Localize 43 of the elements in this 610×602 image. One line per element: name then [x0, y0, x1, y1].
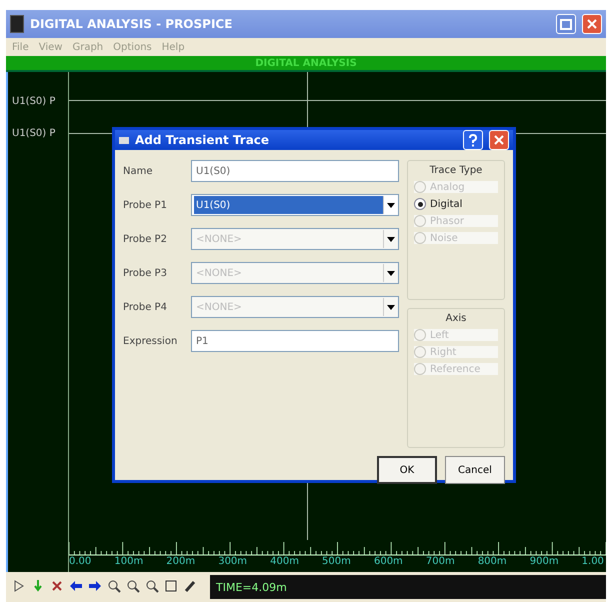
trace-label[interactable]: U1(S0) P: [8, 128, 68, 142]
radio-label: Reference: [430, 364, 480, 374]
menu-item[interactable]: Graph: [72, 42, 104, 52]
radio-label: Noise: [430, 232, 458, 244]
time-readout: TIME=4.09m: [210, 575, 606, 599]
axis-label: 300m: [218, 556, 248, 569]
radio-label: Left: [430, 330, 449, 340]
axis-label: 500m: [322, 556, 351, 569]
dialog-button[interactable]: Cancel: [445, 456, 505, 484]
graph-title: DIGITAL ANALYSIS: [255, 58, 357, 68]
trace-label[interactable]: U1(S0) P: [8, 96, 68, 110]
text-field[interactable]: P1: [191, 330, 399, 352]
axis-label: 1.00: [582, 556, 604, 569]
radio-option[interactable]: Digital: [414, 198, 498, 210]
field-label: Name: [123, 166, 154, 176]
radio-label: Digital: [430, 198, 462, 210]
field-label: Probe P2: [123, 234, 168, 244]
menu-item[interactable]: Help: [162, 42, 185, 52]
probe-dropdown[interactable]: U1(S0): [191, 194, 399, 216]
axis-label: 700m: [426, 556, 455, 569]
group-title: Axis: [444, 313, 468, 324]
field-label: Probe P1: [123, 200, 168, 210]
axis-label: 100m: [114, 556, 144, 569]
axis-label: 200m: [166, 556, 196, 569]
axis-label: 0.00: [69, 556, 92, 569]
axis-label: 600m: [374, 556, 403, 569]
radio-label: Phasor: [430, 216, 464, 226]
field-label: Expression: [123, 336, 178, 346]
window-title: DIGITAL ANALYSIS - PROSPICE: [30, 17, 232, 31]
axis-label: 800m: [478, 556, 507, 569]
axis-label: 400m: [270, 556, 299, 569]
field-label: Probe P3: [123, 268, 168, 278]
menu-item[interactable]: View: [38, 42, 62, 52]
menu-item[interactable]: Options: [113, 42, 152, 52]
dialog-title: Add Transient Trace: [135, 133, 270, 147]
field-label: Probe P4: [123, 302, 168, 312]
menu-item[interactable]: File: [12, 42, 29, 52]
axis-label: 900m: [530, 556, 559, 569]
group-title: Trace Type: [428, 165, 484, 176]
radio-label: Right: [430, 346, 456, 358]
radio-label: Analog: [430, 182, 465, 192]
text-field[interactable]: U1(S0): [191, 160, 399, 182]
dialog-button[interactable]: OK: [377, 456, 437, 484]
